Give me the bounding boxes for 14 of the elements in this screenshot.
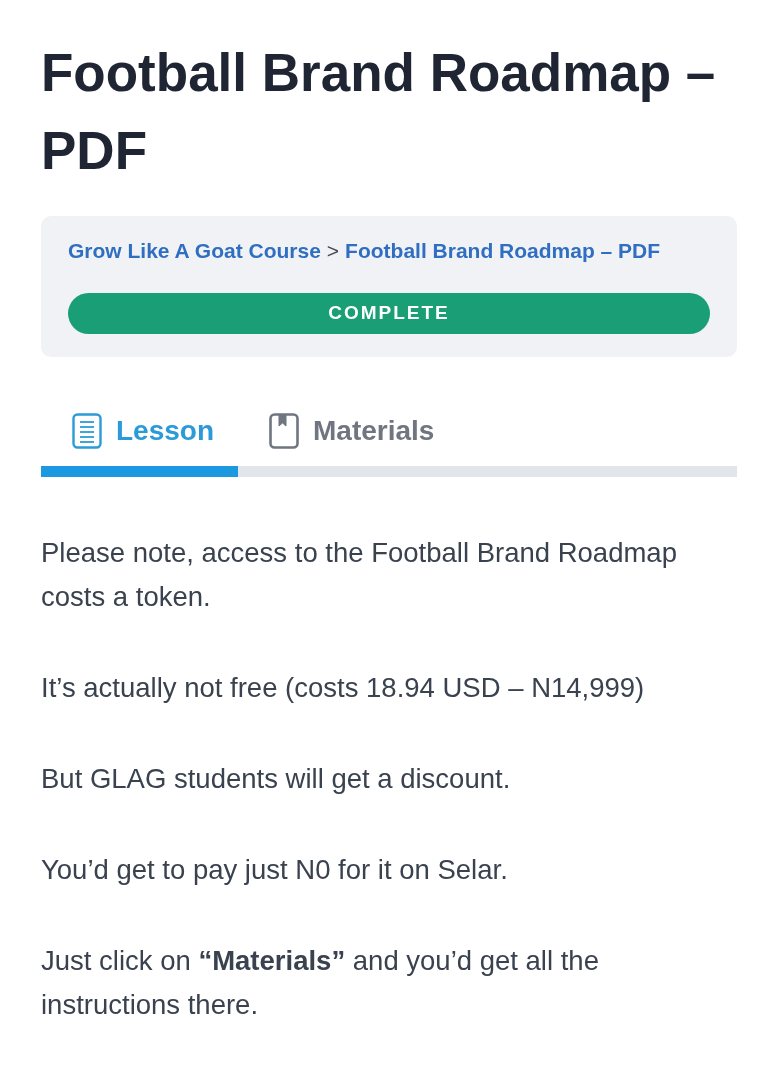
complete-button[interactable]: COMPLETE	[68, 293, 710, 334]
breadcrumb-link[interactable]: Football Brand Roadmap – PDF	[345, 237, 661, 265]
lesson-paragraph: You’d get to pay just N0 for it on Selar.	[41, 853, 509, 887]
lesson-paragraph: It’s actually not free (costs 18.94 USD – N14,999)	[41, 671, 646, 705]
tab[interactable]: Lesson	[41, 395, 238, 477]
bookmark-book-icon	[269, 413, 299, 449]
breadcrumb-link[interactable]: Grow Like A Goat Course	[68, 237, 321, 265]
tab[interactable]: Materials	[238, 395, 478, 477]
document-icon	[72, 413, 102, 449]
page-title: Football Brand Roadmap – PDF	[41, 42, 717, 182]
lesson-paragraph: Please note, access to the Football Brand Roadmap costs a token.	[41, 536, 678, 614]
lesson-paragraph: But GLAG students will get a discount.	[41, 762, 512, 796]
breadcrumb-separator: >	[326, 238, 340, 264]
lesson-paragraph: Just click on “Materials” and you’d get all the instructions there.	[41, 944, 600, 1022]
